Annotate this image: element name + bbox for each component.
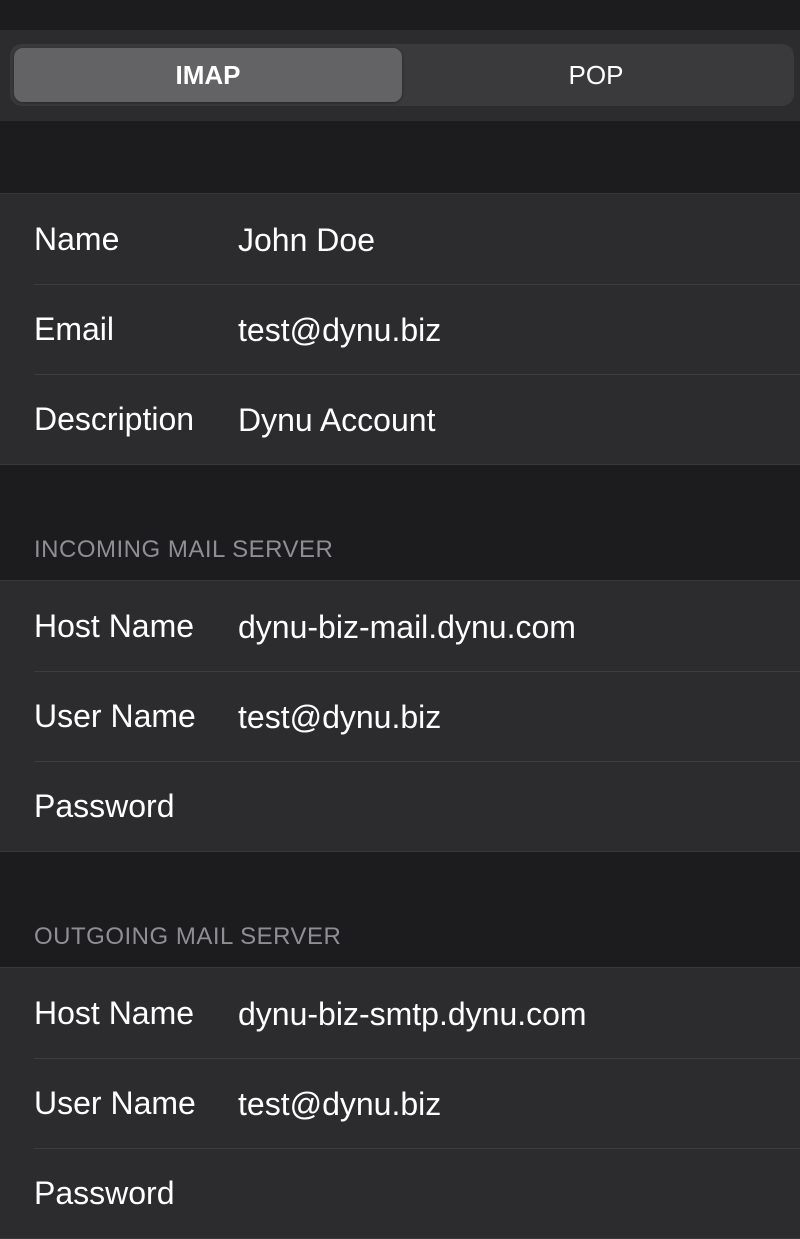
incoming-host-row[interactable]: Host Name dynu-biz-mail.dynu.com: [0, 581, 800, 671]
segment-imap[interactable]: IMAP: [14, 48, 402, 102]
incoming-username-row[interactable]: User Name test@dynu.biz: [0, 671, 800, 761]
description-field[interactable]: Dynu Account: [238, 399, 435, 439]
incoming-username-field[interactable]: test@dynu.biz: [238, 696, 441, 736]
incoming-password-row[interactable]: Password: [0, 761, 800, 851]
outgoing-host-label: Host Name: [34, 994, 195, 1031]
incoming-host-label: Host Name: [34, 607, 195, 644]
account-info-group: Name John Doe Email test@dynu.biz Descri…: [0, 193, 800, 465]
outgoing-host-row[interactable]: Host Name dynu-biz-smtp.dynu.com: [0, 968, 800, 1058]
incoming-server-group: Host Name dynu-biz-mail.dynu.com User Na…: [0, 580, 800, 852]
description-row[interactable]: Description Dynu Account: [0, 374, 800, 464]
protocol-bar: IMAP POP: [0, 30, 800, 121]
description-label: Description: [34, 400, 195, 437]
name-row[interactable]: Name John Doe: [0, 194, 800, 284]
outgoing-username-label: User Name: [34, 1084, 196, 1121]
outgoing-username-row[interactable]: User Name test@dynu.biz: [0, 1058, 800, 1148]
email-field[interactable]: test@dynu.biz: [238, 309, 441, 349]
name-field[interactable]: John Doe: [238, 219, 375, 259]
incoming-host-field[interactable]: dynu-biz-mail.dynu.com: [238, 606, 576, 646]
incoming-section-header: INCOMING MAIL SERVER: [34, 536, 334, 563]
email-label: Email: [34, 310, 115, 347]
outgoing-section-header: OUTGOING MAIL SERVER: [34, 923, 342, 950]
segment-pop[interactable]: POP: [402, 48, 790, 102]
incoming-username-label: User Name: [34, 697, 196, 734]
incoming-password-label: Password: [34, 787, 175, 824]
outgoing-password-row[interactable]: Password: [0, 1148, 800, 1238]
top-strip: [0, 0, 800, 30]
name-label: Name: [34, 220, 120, 257]
outgoing-server-group: Host Name dynu-biz-smtp.dynu.com User Na…: [0, 967, 800, 1239]
protocol-segmented-control: IMAP POP: [10, 44, 794, 106]
outgoing-password-label: Password: [34, 1174, 175, 1211]
mail-account-settings: IMAP POP Name John Doe Email test@dynu.b…: [0, 0, 800, 1239]
outgoing-host-field[interactable]: dynu-biz-smtp.dynu.com: [238, 993, 587, 1033]
email-row[interactable]: Email test@dynu.biz: [0, 284, 800, 374]
outgoing-username-field[interactable]: test@dynu.biz: [238, 1083, 441, 1123]
